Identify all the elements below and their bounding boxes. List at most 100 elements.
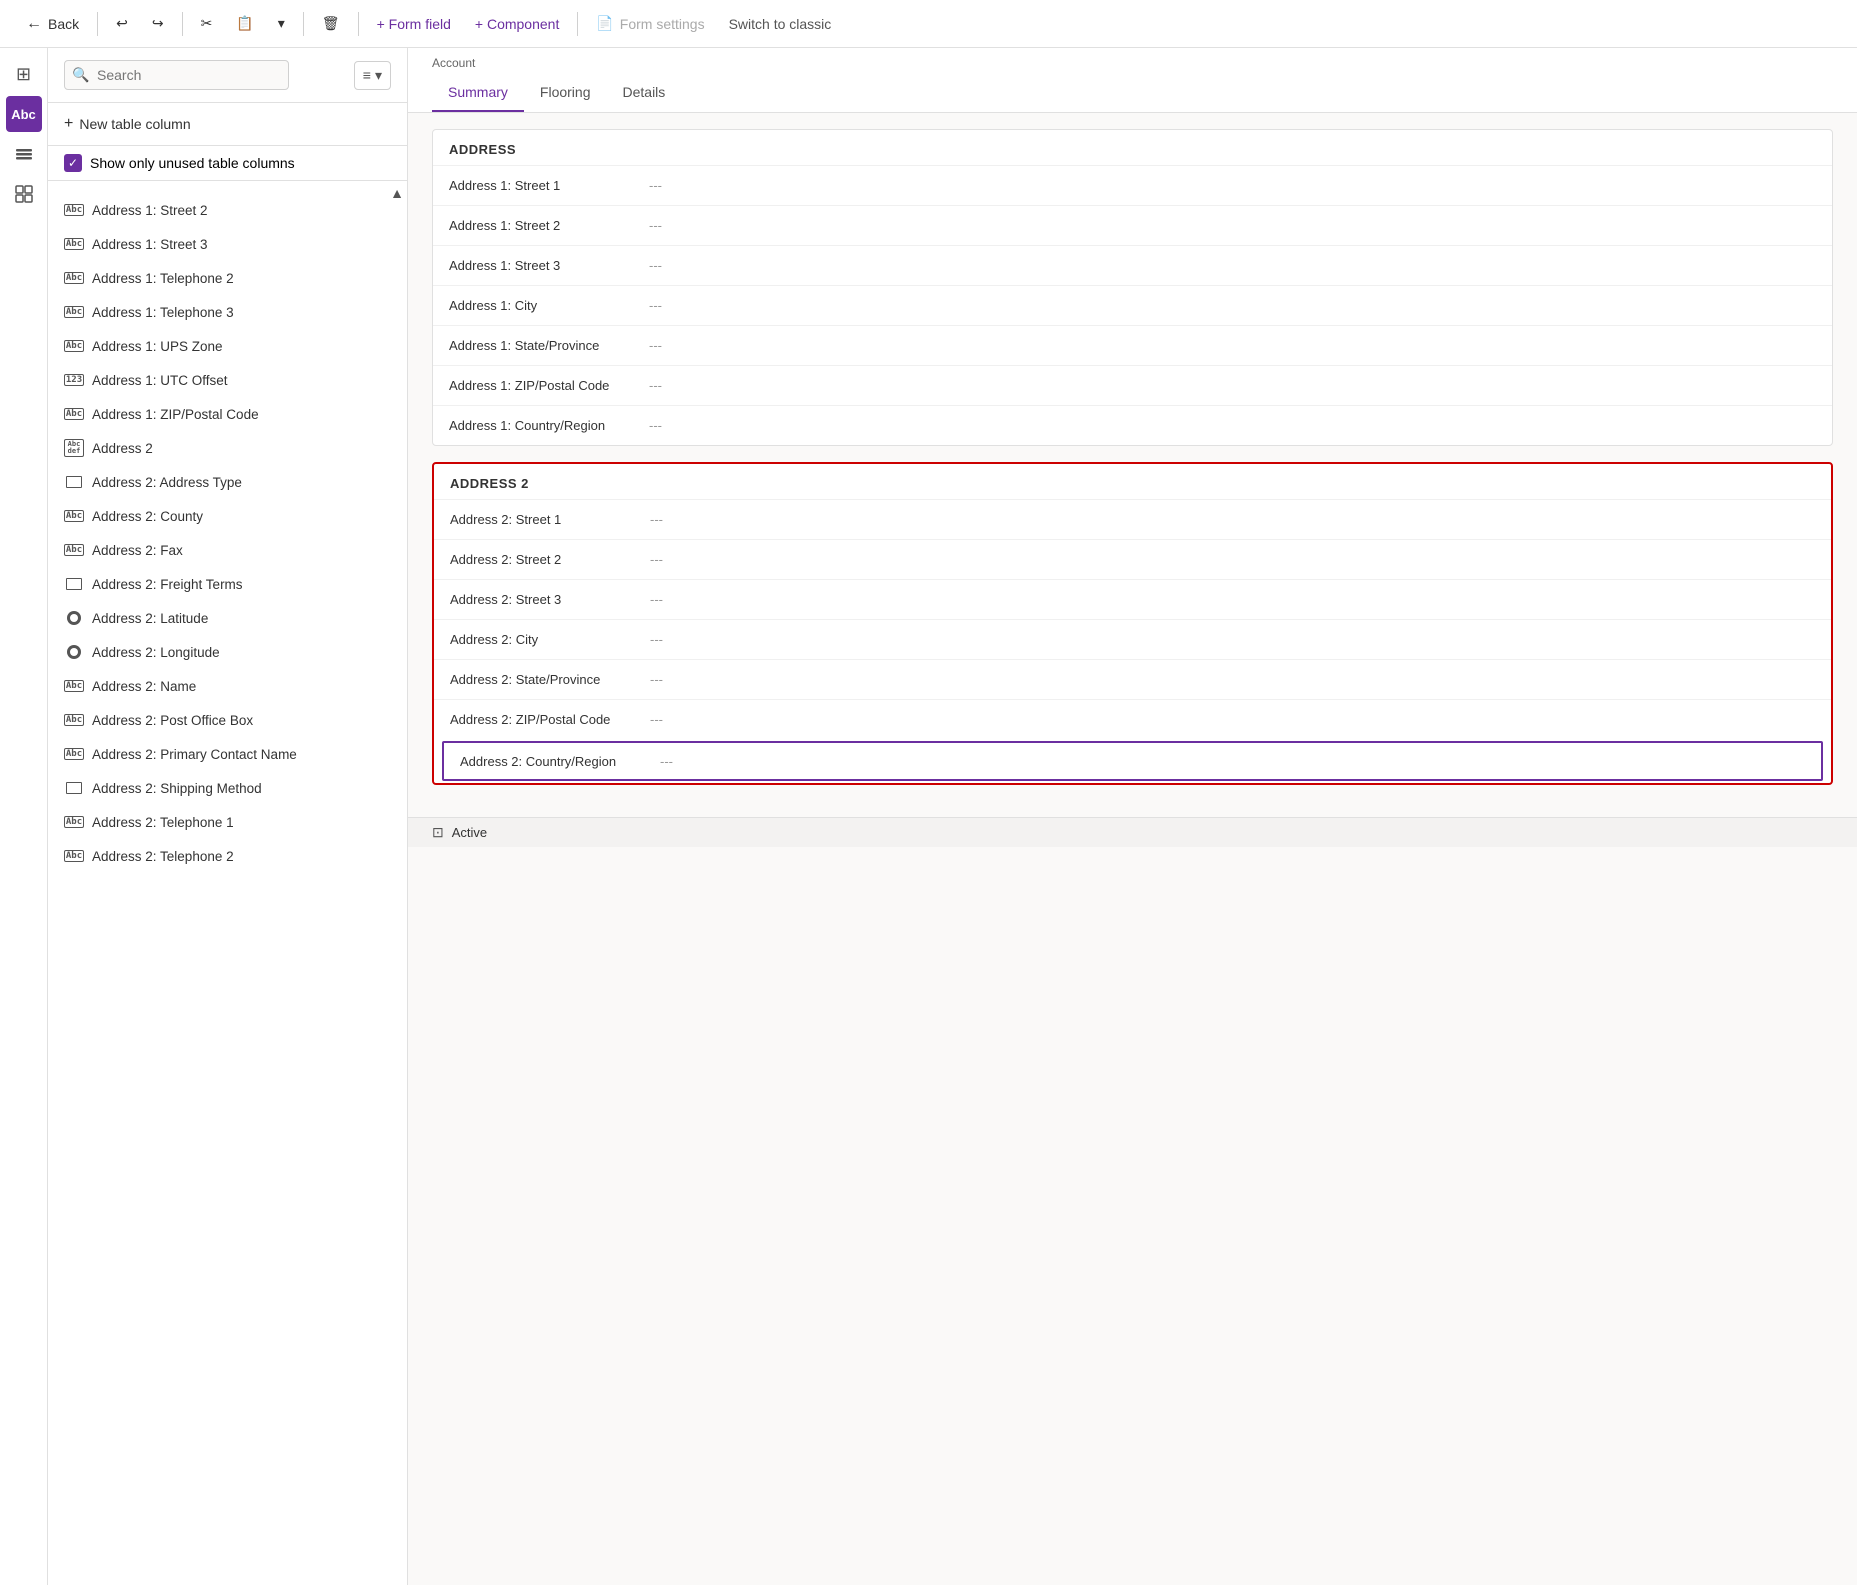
field-row[interactable]: Address 2: Country/Region--- bbox=[442, 741, 1823, 781]
list-item[interactable]: AbcAddress 1: UPS Zone bbox=[48, 329, 407, 363]
field-row[interactable]: Address 1: ZIP/Postal Code--- bbox=[433, 365, 1832, 405]
field-value: --- bbox=[650, 592, 663, 607]
circle-icon bbox=[64, 608, 84, 628]
checkbox-checked-icon: ✓ bbox=[64, 154, 82, 172]
list-item-label: Address 2: Telephone 1 bbox=[92, 815, 234, 830]
show-unused-checkbox[interactable]: ✓ Show only unused table columns bbox=[48, 146, 407, 181]
list-item[interactable]: Address 2: Shipping Method bbox=[48, 771, 407, 805]
list-item[interactable]: 123Address 1: UTC Offset bbox=[48, 363, 407, 397]
nav-icon-components[interactable] bbox=[6, 176, 42, 212]
list-item[interactable]: AbcAddress 2: Post Office Box bbox=[48, 703, 407, 737]
list-item-label: Address 1: ZIP/Postal Code bbox=[92, 407, 259, 422]
field-value: --- bbox=[650, 712, 663, 727]
field-label: Address 1: City bbox=[449, 298, 649, 313]
undo-icon: ↩ bbox=[116, 15, 128, 32]
toolbar-separator-5 bbox=[577, 12, 578, 36]
field-row[interactable]: Address 1: Street 2--- bbox=[433, 205, 1832, 245]
main-layout: ⊞ Abc 🔍 ≡ ▾ + New table column bbox=[0, 48, 1857, 1585]
search-wrap: 🔍 bbox=[64, 60, 346, 90]
field-value: --- bbox=[650, 512, 663, 527]
list-item-label: Address 2: Address Type bbox=[92, 475, 242, 490]
sidebar-actions: + New table column bbox=[48, 103, 407, 146]
search-input[interactable] bbox=[64, 60, 289, 90]
toolbar: ← Back ↩ ↪ ✂ 📋 ▾ 🗑 + Form field + Compon… bbox=[0, 0, 1857, 48]
section-address2[interactable]: ADDRESS 2Address 2: Street 1---Address 2… bbox=[432, 462, 1833, 785]
list-item[interactable]: Abc Address 2: Telephone 2 bbox=[48, 839, 407, 873]
field-row[interactable]: Address 1: State/Province--- bbox=[433, 325, 1832, 365]
list-item[interactable]: Address 2: Freight Terms bbox=[48, 567, 407, 601]
entity-name: Account bbox=[432, 56, 1833, 70]
section-address[interactable]: ADDRESSAddress 1: Street 1---Address 1: … bbox=[432, 129, 1833, 446]
abc-icon: Abc bbox=[64, 234, 84, 254]
tab-details[interactable]: Details bbox=[607, 74, 682, 112]
rect-icon bbox=[64, 574, 84, 594]
list-item[interactable]: AbcAddress 1: ZIP/Postal Code bbox=[48, 397, 407, 431]
field-row[interactable]: Address 2: Street 1--- bbox=[434, 499, 1831, 539]
field-value: --- bbox=[650, 552, 663, 567]
abc-icon: Abc bbox=[64, 506, 84, 526]
list-item-label: Address 2: Post Office Box bbox=[92, 713, 253, 728]
rect-icon bbox=[64, 778, 84, 798]
add-field-label: + Form field bbox=[377, 16, 451, 32]
add-field-button[interactable]: + Form field bbox=[367, 10, 461, 38]
add-component-button[interactable]: + Component bbox=[465, 10, 569, 38]
abc-icon: Abc bbox=[64, 744, 84, 764]
section-title: ADDRESS bbox=[433, 130, 1832, 165]
field-row[interactable]: Address 1: Street 3--- bbox=[433, 245, 1832, 285]
field-row[interactable]: Address 2: ZIP/Postal Code--- bbox=[434, 699, 1831, 739]
nav-icon-abc[interactable]: Abc bbox=[6, 96, 42, 132]
list-item[interactable]: Address 2: Address Type bbox=[48, 465, 407, 499]
list-item[interactable]: AbcAddress 1: Street 2 bbox=[48, 193, 407, 227]
list-item-label: Address 2: County bbox=[92, 509, 203, 524]
field-row[interactable]: Address 2: State/Province--- bbox=[434, 659, 1831, 699]
field-value: --- bbox=[649, 338, 662, 353]
add-component-label: + Component bbox=[475, 16, 559, 32]
tabs: SummaryFlooringDetails bbox=[432, 74, 1833, 112]
field-value: --- bbox=[650, 632, 663, 647]
field-row[interactable]: Address 1: City--- bbox=[433, 285, 1832, 325]
cut-button[interactable]: ✂ bbox=[191, 9, 223, 38]
field-value: --- bbox=[650, 672, 663, 687]
tab-flooring[interactable]: Flooring bbox=[524, 74, 607, 112]
redo-button[interactable]: ↪ bbox=[142, 9, 174, 38]
list-item[interactable]: Address 2: Longitude bbox=[48, 635, 407, 669]
paste-button[interactable]: 📋 bbox=[226, 9, 263, 38]
list-item-label: Address 2: Telephone 2 bbox=[92, 849, 234, 864]
list-item[interactable]: AbcAddress 1: Street 3 bbox=[48, 227, 407, 261]
list-item[interactable]: AbcAddress 2: Telephone 1 bbox=[48, 805, 407, 839]
nav-icon-grid[interactable]: ⊞ bbox=[6, 56, 42, 92]
tab-summary[interactable]: Summary bbox=[432, 74, 524, 112]
add-column-button[interactable]: + New table column bbox=[64, 111, 391, 137]
sidebar-list: ▲ AbcAddress 1: Street 2AbcAddress 1: St… bbox=[48, 181, 407, 1585]
switch-classic-button[interactable]: Switch to classic bbox=[719, 10, 842, 38]
field-label: Address 2: Street 1 bbox=[450, 512, 650, 527]
list-item[interactable]: Abc Address 2: County bbox=[48, 499, 407, 533]
field-row[interactable]: Address 1: Street 1--- bbox=[433, 165, 1832, 205]
list-item[interactable]: AbcAddress 2: Name bbox=[48, 669, 407, 703]
scroll-up-button[interactable]: ▲ bbox=[387, 181, 407, 205]
abc-icon: Abc bbox=[64, 268, 84, 288]
field-row[interactable]: Address 2: Street 2--- bbox=[434, 539, 1831, 579]
back-button[interactable]: ← Back bbox=[16, 9, 89, 39]
list-item[interactable]: AbcdefAddress 2 bbox=[48, 431, 407, 465]
dropdown-button[interactable]: ▾ bbox=[268, 9, 295, 38]
field-row[interactable]: Address 2: City--- bbox=[434, 619, 1831, 659]
field-row[interactable]: Address 1: Country/Region--- bbox=[433, 405, 1832, 445]
list-item[interactable]: AbcAddress 2: Primary Contact Name bbox=[48, 737, 407, 771]
rect-icon bbox=[64, 472, 84, 492]
field-label: Address 1: Street 3 bbox=[449, 258, 649, 273]
list-item[interactable]: AbcAddress 1: Telephone 2 bbox=[48, 261, 407, 295]
field-row[interactable]: Address 2: Street 3--- bbox=[434, 579, 1831, 619]
delete-button[interactable]: 🗑 bbox=[312, 9, 350, 38]
undo-button[interactable]: ↩ bbox=[106, 9, 138, 38]
form-settings-label: Form settings bbox=[620, 16, 705, 32]
filter-button[interactable]: ≡ ▾ bbox=[354, 61, 391, 90]
abc-icon: Abc bbox=[64, 846, 84, 866]
list-item[interactable]: AbcAddress 2: Fax bbox=[48, 533, 407, 567]
nav-icon-layers[interactable] bbox=[6, 136, 42, 172]
form-settings-button[interactable]: 📄 Form settings bbox=[586, 9, 714, 38]
field-label: Address 1: State/Province bbox=[449, 338, 649, 353]
list-item[interactable]: AbcAddress 1: Telephone 3 bbox=[48, 295, 407, 329]
field-label: Address 2: City bbox=[450, 632, 650, 647]
list-item[interactable]: Address 2: Latitude bbox=[48, 601, 407, 635]
